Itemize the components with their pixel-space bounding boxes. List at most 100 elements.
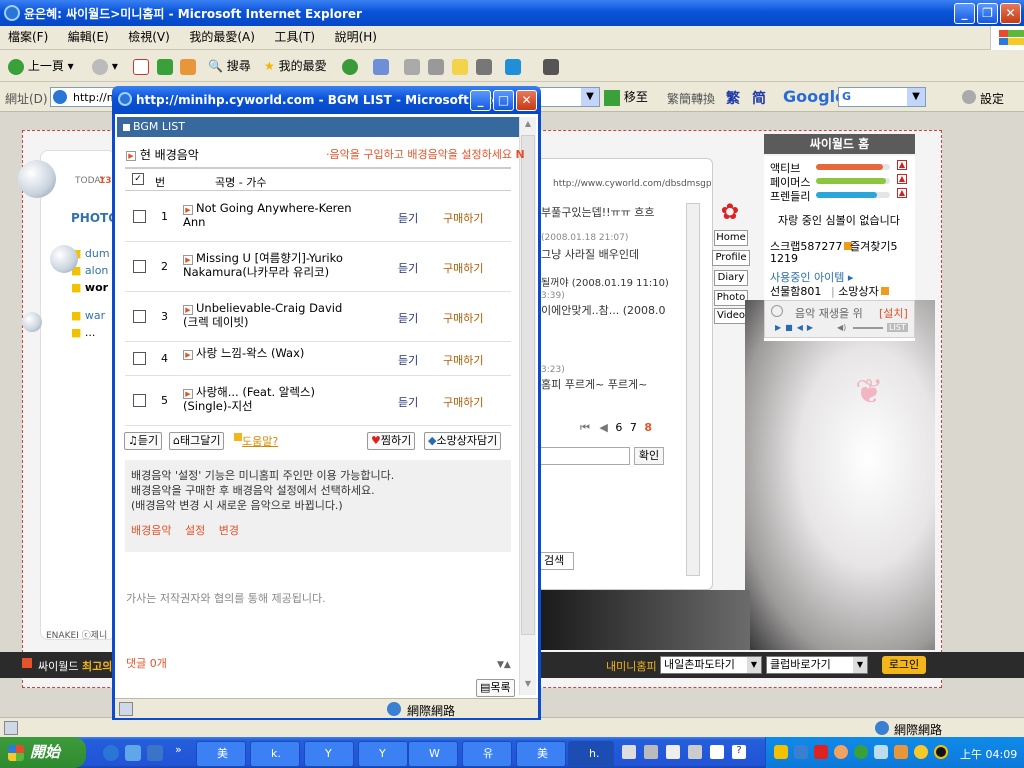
bgm-row-title[interactable]: ▶ 사랑 느낌-왁스 (Wax)	[183, 346, 353, 360]
bgm-row-checkbox[interactable]	[133, 352, 146, 365]
first-page-icon[interactable]: ⏮	[580, 421, 590, 434]
go-button[interactable]: 移至	[604, 88, 648, 106]
network-icon[interactable]	[794, 745, 808, 759]
tray-app-icon[interactable]	[814, 745, 828, 759]
google-search-box[interactable]: G ▼	[838, 87, 926, 107]
jjim-button[interactable]: ♥찜하기	[367, 432, 416, 450]
settings-button[interactable]: 設定	[980, 90, 1004, 107]
tray-app-icon[interactable]	[914, 745, 928, 759]
quicklaunch-more-icon[interactable]: »	[175, 743, 182, 756]
bgm-buy-link[interactable]: 구매하기	[443, 210, 483, 226]
search-button[interactable]: 🔍 搜尋	[208, 52, 251, 80]
my-minihp-link[interactable]: 내미니홈피	[606, 658, 657, 674]
playlist-button[interactable]: LIST	[887, 323, 908, 332]
task-button[interactable]: W	[408, 741, 458, 767]
bgm-row-title[interactable]: ▶ Not Going Anywhere-Keren Ann	[183, 201, 353, 229]
collapse-icon[interactable]: ▼▲	[497, 660, 511, 670]
minimize-button[interactable]: _	[954, 3, 975, 24]
quicklaunch-app-icon[interactable]	[125, 745, 141, 761]
confirm-button[interactable]: 확인	[634, 447, 664, 465]
bgm-link[interactable]: 배경음악	[131, 524, 171, 537]
bgm-row-checkbox[interactable]	[133, 260, 146, 273]
mail-icon[interactable]	[373, 59, 389, 75]
volume-icon[interactable]: ◀)	[837, 323, 846, 332]
tool-icon[interactable]	[710, 745, 724, 759]
menu-favorites[interactable]: 我的最愛(A)	[181, 26, 263, 48]
volume-slider[interactable]	[853, 327, 883, 329]
bgm-row-checkbox[interactable]	[133, 310, 146, 323]
wishbox-button[interactable]: ◆소망상자담기	[424, 432, 502, 450]
scroll-up-icon[interactable]: ▲	[522, 119, 534, 131]
tab-video[interactable]: Video	[714, 308, 748, 324]
bgm-change-link[interactable]: 변경	[219, 524, 239, 537]
research-icon[interactable]	[476, 59, 492, 75]
menu-view[interactable]: 檢視(V)	[120, 26, 178, 48]
home-icon[interactable]	[180, 59, 196, 75]
scroll-down-icon[interactable]: ▼	[522, 679, 534, 691]
search-button-page[interactable]: 검색	[540, 552, 574, 570]
tab-photo[interactable]: Photo	[714, 290, 748, 306]
traditional-button[interactable]: 繁	[726, 88, 740, 108]
list-button[interactable]: ▤목록	[476, 679, 515, 697]
bgm-row-title[interactable]: ▶ Unbelievable-Craig David (크렉 데이빗)	[183, 301, 353, 329]
history-icon[interactable]	[342, 59, 358, 75]
popup-minimize-button[interactable]: _	[470, 90, 491, 111]
task-button[interactable]: 美	[516, 741, 566, 767]
help-link[interactable]: 도움말?	[234, 433, 278, 449]
menu-help[interactable]: 說明(H)	[327, 26, 385, 48]
bgm-listen-link[interactable]: 듣기	[398, 260, 418, 276]
ilchon-select[interactable]: 내일촌파도타기 ▼	[660, 656, 762, 674]
close-button[interactable]: ✕	[1000, 3, 1021, 24]
quicklaunch-desktop-icon[interactable]	[147, 745, 163, 761]
settings-icon[interactable]	[962, 90, 976, 104]
player-controls[interactable]: ▶■◀▶	[775, 323, 817, 332]
task-button[interactable]: Y	[304, 741, 354, 767]
bgm-row-checkbox[interactable]	[133, 210, 146, 223]
bgm-buy-link[interactable]: 구매하기	[443, 260, 483, 276]
discuss-icon[interactable]	[452, 59, 468, 75]
print-icon[interactable]	[404, 59, 420, 75]
google-dropdown-icon[interactable]: ▼	[907, 88, 925, 106]
tray-app-icon[interactable]	[894, 745, 908, 759]
favorites-button[interactable]: ★ 我的最愛	[264, 52, 327, 80]
popup-maximize-button[interactable]: □	[493, 90, 514, 111]
prev-page-icon[interactable]: ◀	[599, 421, 607, 434]
select-all-checkbox[interactable]: ✓	[132, 173, 144, 185]
bgm-buy-link[interactable]: 구매하기	[443, 352, 483, 368]
favorite-count[interactable]: 즐겨찾기5	[850, 238, 897, 254]
task-button[interactable]: 유	[462, 741, 512, 767]
scroll-thumb[interactable]	[521, 135, 535, 635]
messenger-icon[interactable]	[505, 59, 521, 75]
gift-box-link[interactable]: 선물함801	[770, 283, 821, 299]
club-select[interactable]: 클럽바로가기 ▼	[766, 656, 868, 674]
task-button-active[interactable]: h.	[568, 741, 614, 767]
comment-scrollbar[interactable]	[686, 203, 700, 576]
help-icon[interactable]: ?	[732, 745, 746, 759]
simplified-button[interactable]: 简	[752, 88, 766, 108]
convert-label[interactable]: 繁簡轉換	[667, 90, 715, 107]
tab-profile[interactable]: Profile	[712, 250, 750, 266]
clock[interactable]: 上午 04:09	[960, 746, 1017, 762]
page-link-current[interactable]: 8	[644, 421, 652, 434]
folder-item[interactable]: ■ wor	[71, 281, 108, 294]
wishbox-link[interactable]: | 소망상자	[831, 283, 889, 299]
messenger-icon[interactable]	[854, 745, 868, 759]
menu-file[interactable]: 檔案(F)	[0, 26, 56, 48]
page-link[interactable]: 7	[630, 421, 637, 434]
folder-item[interactable]: ■ war	[71, 309, 105, 322]
tool-icon[interactable]	[666, 745, 680, 759]
keyboard-icon[interactable]	[622, 745, 636, 759]
quicklaunch-ie-icon[interactable]	[103, 745, 119, 761]
bgm-listen-link[interactable]: 듣기	[398, 394, 418, 410]
reply-count[interactable]: 댓글 0개	[126, 655, 167, 671]
stop-icon[interactable]	[133, 59, 149, 75]
folder-item[interactable]: ■ alon	[71, 264, 108, 277]
popup-scrollbar[interactable]: ▲ ▼	[519, 117, 536, 695]
bgm-row-checkbox[interactable]	[133, 394, 146, 407]
back-button[interactable]: 上一頁 ▾	[8, 52, 74, 80]
popup-close-button[interactable]: ✕	[516, 90, 537, 111]
login-button[interactable]: 로그인	[882, 656, 926, 674]
menu-edit[interactable]: 編輯(E)	[60, 26, 117, 48]
security-shield-icon[interactable]	[774, 745, 788, 759]
bgm-row-title[interactable]: ▶ Missing U [여름향기]-Yuriko Nakamura(나카무라 유…	[183, 251, 353, 279]
